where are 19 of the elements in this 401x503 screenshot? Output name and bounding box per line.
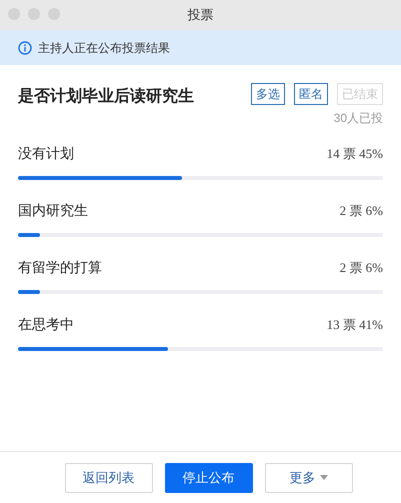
poll-question: 是否计划毕业后读研究生 xyxy=(18,86,194,107)
vote-result: 14 票 45% xyxy=(326,144,383,163)
caret-icon xyxy=(320,475,328,480)
option-label: 国内研究生 xyxy=(18,201,88,220)
poll-tag: 匿名 xyxy=(294,83,328,105)
more-button[interactable]: 更多 xyxy=(264,462,352,492)
info-icon xyxy=(18,40,32,54)
vote-result: 13 票 41% xyxy=(326,316,383,334)
poll-tag: 多选 xyxy=(251,83,285,105)
action-button[interactable]: 返回列表 xyxy=(64,462,152,492)
window-title: 投票 xyxy=(188,6,214,24)
option-label: 没有计划 xyxy=(18,144,74,163)
voter-count: 30人已投 xyxy=(334,110,383,127)
banner-text: 主持人正在公布投票结果 xyxy=(38,40,170,56)
action-button[interactable]: 停止公布 xyxy=(164,462,252,492)
vote-result: 2 票 6% xyxy=(340,202,383,220)
option-label: 在思考中 xyxy=(18,315,74,334)
option-label: 有留学的打算 xyxy=(18,258,102,277)
vote-result: 2 票 6% xyxy=(340,258,383,277)
